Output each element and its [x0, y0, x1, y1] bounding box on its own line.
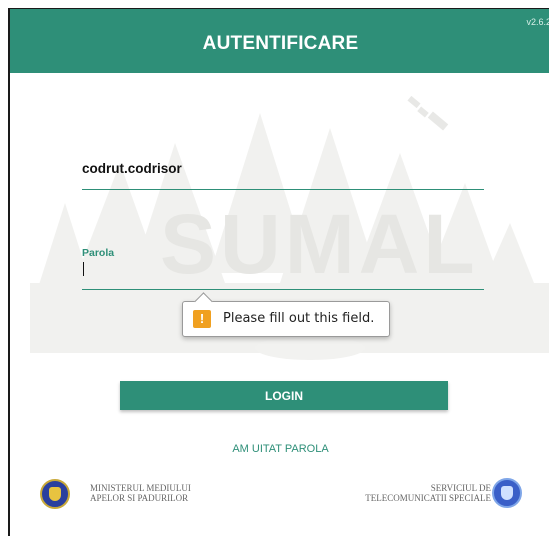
satellite-icon — [407, 95, 449, 131]
page-title: AUTENTIFICARE — [202, 33, 359, 54]
username-input[interactable]: codrut.codrisor — [82, 161, 182, 176]
ministry-name: MINISTERUL MEDIULUI APELOR SI PADURILOR — [90, 483, 191, 503]
version-label: v2.6.2 — [526, 17, 549, 27]
sts-name: SERVICIUL DE TELECOMUNICATII SPECIALE — [365, 483, 491, 503]
sts-name-line2: TELECOMUNICATII SPECIALE — [365, 493, 491, 503]
sts-name-line1: SERVICIUL DE — [430, 483, 491, 493]
ministry-name-line2: APELOR SI PADURILOR — [90, 493, 189, 503]
ministry-logo — [40, 479, 70, 509]
sts-logo — [492, 478, 522, 508]
username-underline — [82, 189, 484, 190]
forgot-password-link[interactable]: AM UITAT PAROLA — [10, 443, 549, 455]
password-underline — [82, 289, 484, 290]
watermark-text: SUMAL — [160, 197, 479, 291]
login-window: AUTENTIFICARE v2.6.2 SUMAL codrut.codris… — [8, 8, 549, 536]
validation-message: Please fill out this field. — [223, 311, 375, 326]
login-button[interactable]: LOGIN — [120, 381, 448, 410]
header-bar: AUTENTIFICARE v2.6.2 — [10, 9, 549, 73]
ministry-name-line1: MINISTERUL MEDIULUI — [90, 483, 191, 493]
validation-tooltip: ! Please fill out this field. — [182, 292, 390, 337]
password-input[interactable] — [83, 262, 84, 276]
warning-icon: ! — [193, 310, 211, 328]
password-label: Parola — [82, 247, 115, 259]
